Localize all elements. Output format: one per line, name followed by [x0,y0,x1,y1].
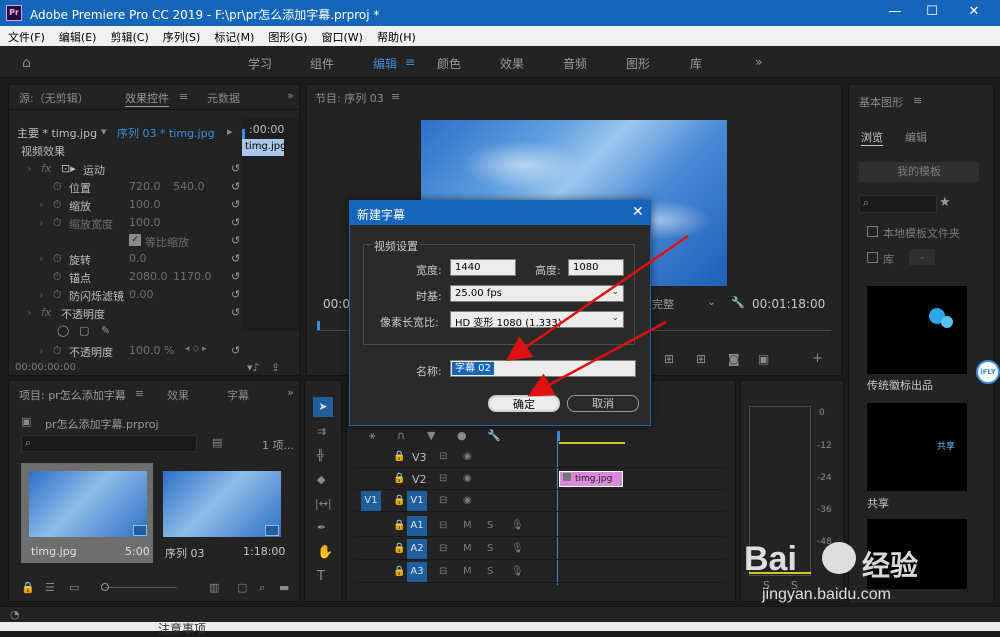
red-arrow-to-name-field [505,234,689,361]
ifly-badge-icon[interactable]: iFLY [976,360,1000,384]
paw-logo-icon [822,542,856,574]
baidu-jingyan-watermark: Bai 经验 jingyan.baidu.com [740,538,980,608]
annotation-arrows [505,234,689,397]
red-arrow-to-ok-button [527,320,667,397]
watermark-brand: Bai [744,540,797,578]
watermark-brand2: 经验 [862,549,919,582]
watermark-url: jingyan.baidu.com [762,586,891,603]
